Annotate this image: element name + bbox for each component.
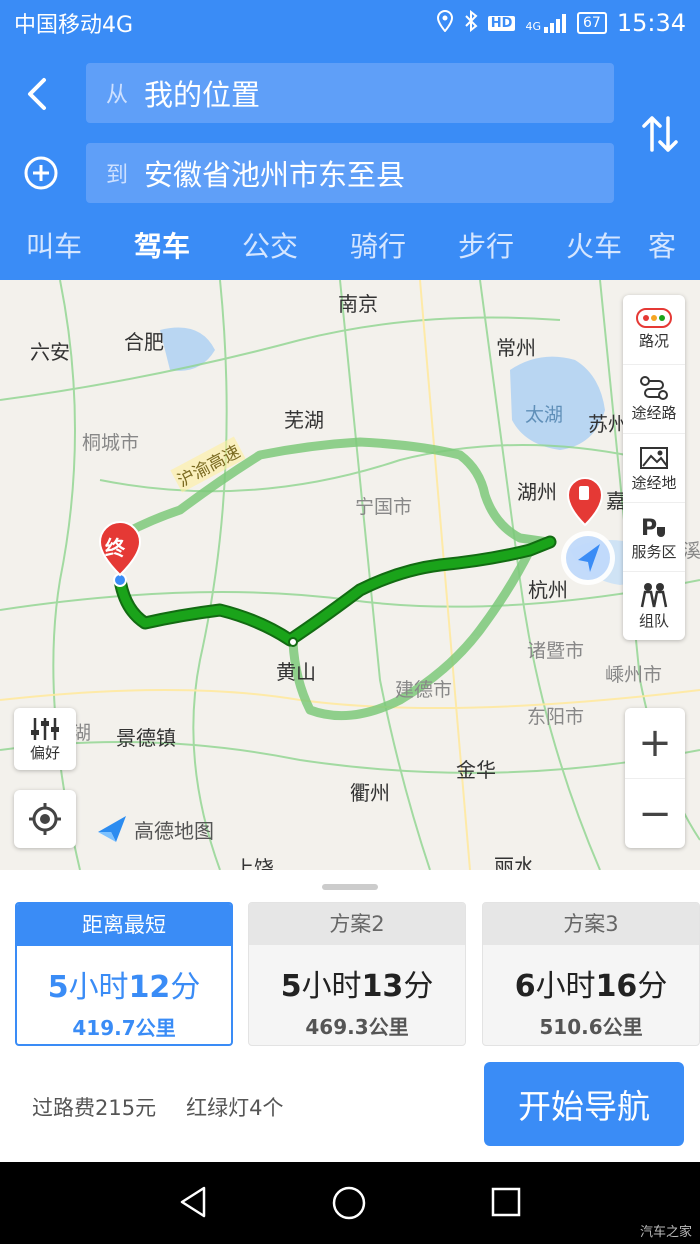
city-zhuji: 诸暨市 <box>527 640 585 662</box>
bluetooth-icon <box>464 9 478 37</box>
zoom-in-button[interactable]: + <box>625 708 685 778</box>
square-recent-icon <box>491 1187 521 1217</box>
via-road-button[interactable]: 途经路 <box>623 364 685 433</box>
plan-label: 方案2 <box>249 903 465 945</box>
swap-icon <box>642 116 678 152</box>
origin-prefix: 从 <box>106 83 129 108</box>
triangle-back-icon <box>180 1186 206 1218</box>
back-icon <box>28 78 46 110</box>
add-waypoint-button[interactable] <box>22 154 60 192</box>
city-quzhou: 衢州 <box>350 781 390 805</box>
nav-back-button[interactable] <box>176 1184 212 1224</box>
service-area-button[interactable]: P 服务区 <box>623 502 685 571</box>
carrier-label: 中国移动4G <box>14 13 134 38</box>
crosshair-icon <box>29 803 61 835</box>
toll-info: 过路费215元 <box>32 1096 157 1120</box>
circle-home-icon <box>332 1186 366 1220</box>
zoom-controls: + − <box>625 708 685 848</box>
battery-icon: 67 <box>577 12 607 34</box>
city-jingdezhen: 景德镇 <box>116 726 176 750</box>
via-road-icon <box>640 375 668 400</box>
plan-label: 距离最短 <box>17 904 231 946</box>
route-header: 从 我的位置 到 安徽省池州市东至县 叫车 驾车 公交 骑行 步行 火车 客 <box>0 46 700 284</box>
start-navigation-button[interactable]: 开始导航 <box>484 1062 684 1146</box>
tab-taxi[interactable]: 叫车 <box>0 222 108 280</box>
plus-circle-icon <box>24 156 58 190</box>
tab-walk[interactable]: 步行 <box>432 222 540 280</box>
system-nav-bar: 汽车之家 <box>0 1162 700 1244</box>
sliders-icon <box>31 717 59 740</box>
via-place-button[interactable]: 途经地 <box>623 433 685 502</box>
destination-prefix: 到 <box>106 163 129 188</box>
plan-card-3[interactable]: 方案3 6小时16分 510.6公里 <box>482 902 700 1046</box>
origin-field[interactable]: 从 我的位置 <box>86 63 614 123</box>
traffic-icon <box>636 308 672 328</box>
route-panel: 距离最短 5小时12分 419.7公里 方案2 5小时13分 469.3公里 方… <box>0 870 700 1162</box>
preference-button[interactable]: 偏好 <box>14 708 76 770</box>
team-button[interactable]: 组队 <box>623 571 685 640</box>
tab-coach[interactable]: 客 <box>648 222 688 280</box>
city-tongcheng: 桐城市 <box>82 432 140 454</box>
hd-icon: HD <box>487 15 516 31</box>
plan-distance: 469.3公里 <box>305 1015 409 1039</box>
origin-value: 我的位置 <box>144 78 261 112</box>
drag-handle[interactable] <box>322 884 378 890</box>
swap-button[interactable] <box>640 112 680 156</box>
nav-home-button[interactable] <box>330 1184 368 1226</box>
plan-duration: 5小时13分 <box>280 969 434 1004</box>
svg-text:P: P <box>641 516 657 539</box>
map-tools: 路况 途经路 途经地 P 服务区 组队 <box>623 295 685 640</box>
location-icon <box>436 9 454 37</box>
plan-distance: 419.7公里 <box>72 1016 176 1040</box>
city-ningguo: 宁国市 <box>355 496 413 518</box>
plan-duration: 6小时16分 <box>514 969 668 1004</box>
plan-label: 方案3 <box>483 903 699 945</box>
back-button[interactable] <box>20 74 56 114</box>
lake-taihu: 太湖 <box>525 404 564 426</box>
destination-value: 安徽省池州市东至县 <box>144 158 406 192</box>
locate-button[interactable] <box>14 790 76 848</box>
tab-ride[interactable]: 骑行 <box>324 222 432 280</box>
clock: 15:34 <box>616 9 686 37</box>
city-shengzhou: 嵊州市 <box>605 664 663 686</box>
city-dongyang: 东阳市 <box>527 706 585 728</box>
plan-card-1[interactable]: 距离最短 5小时12分 419.7公里 <box>15 902 233 1046</box>
plan-card-2[interactable]: 方案2 5小时13分 469.3公里 <box>248 902 466 1046</box>
destination-field[interactable]: 到 安徽省池州市东至县 <box>86 143 614 203</box>
city-lishui: 丽水 <box>494 854 534 870</box>
mode-tabs: 叫车 驾车 公交 骑行 步行 火车 客 <box>0 222 700 284</box>
city-huangshan: 黄山 <box>276 660 316 684</box>
zoom-out-button[interactable]: − <box>625 778 685 848</box>
tab-bus[interactable]: 公交 <box>216 222 324 280</box>
nav-recent-button[interactable] <box>490 1186 522 1222</box>
via-place-icon <box>640 446 668 469</box>
route-map[interactable]: 终 南京 合肥 六安 常州 芜湖 太湖 苏州 桐城市 沪渝高速 宁国市 湖州 嘉… <box>0 280 700 870</box>
city-shangrao: 上饶 <box>234 856 274 870</box>
watermark: 汽车之家 <box>639 1225 692 1240</box>
team-icon <box>640 582 668 607</box>
city-hefei: 合肥 <box>124 330 164 354</box>
tab-train[interactable]: 火车 <box>540 222 648 280</box>
city-jinhua: 金华 <box>456 758 496 782</box>
city-hangzhou: 杭州 <box>528 578 568 602</box>
plan-duration: 5小时12分 <box>47 970 201 1005</box>
city-huzhou: 湖州 <box>517 480 557 504</box>
service-area-icon: P <box>641 516 665 539</box>
end-marker-label: 终 <box>105 536 125 560</box>
amap-logo: 高德地图 <box>96 814 214 844</box>
city-suzhou: 苏州 <box>588 412 628 436</box>
city-jiande: 建德市 <box>395 679 453 701</box>
amap-logo-icon <box>98 816 126 842</box>
plan-distance: 510.6公里 <box>539 1015 643 1039</box>
traffic-toggle[interactable]: 路况 <box>623 295 685 364</box>
city-wuhu: 芜湖 <box>284 408 324 432</box>
city-changzhou: 常州 <box>496 336 536 360</box>
tab-drive[interactable]: 驾车 <box>108 222 216 284</box>
traffic-lights-info: 红绿灯4个 <box>186 1096 284 1120</box>
signal-icon: 4G <box>525 13 567 33</box>
status-bar: 中国移动4G HD 4G 67 15:34 <box>0 0 700 46</box>
route-summary: 过路费215元 红绿灯4个 <box>32 1092 283 1122</box>
city-luan: 六安 <box>30 340 70 364</box>
city-nanjing: 南京 <box>338 292 378 316</box>
